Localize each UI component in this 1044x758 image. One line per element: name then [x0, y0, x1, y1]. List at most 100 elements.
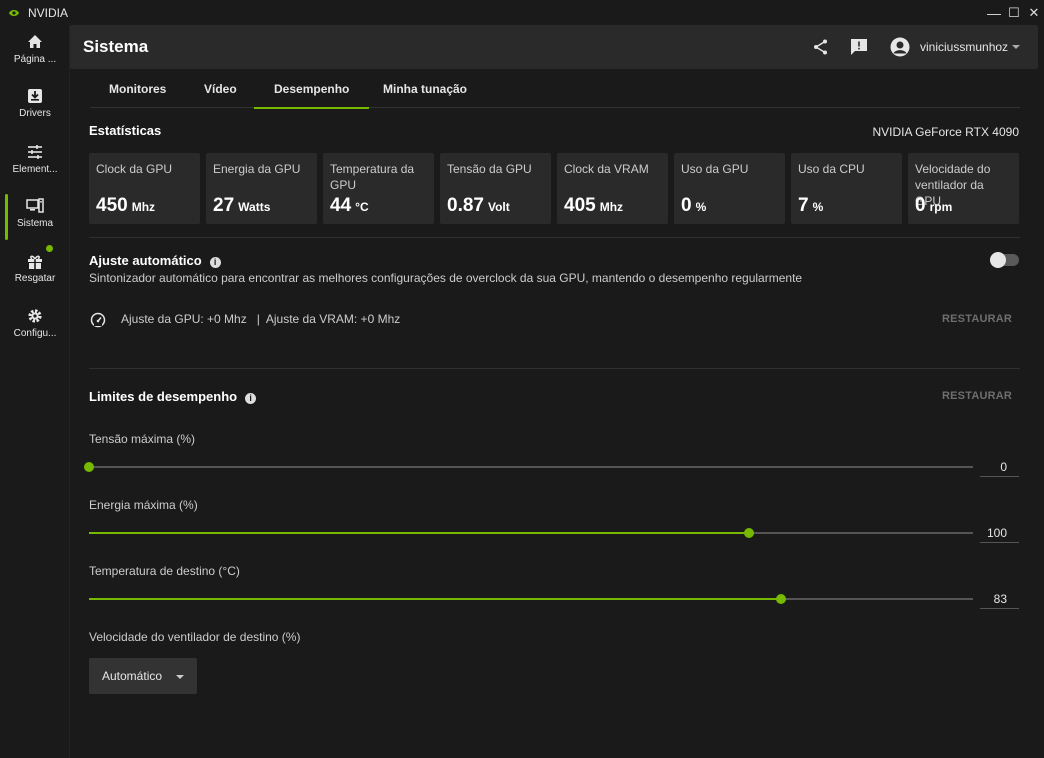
target-temperature-input[interactable]: 83: [980, 589, 1019, 609]
stat-unit: rpm: [929, 200, 953, 214]
stat-value-wrap: 450 Mhz: [96, 195, 155, 217]
username[interactable]: viniciussmunhoz: [920, 40, 1008, 54]
max-power-slider[interactable]: [89, 526, 973, 540]
sidebar-item-label: Resgatar: [14, 273, 56, 284]
sidebar-item-settings[interactable]: Configu...: [0, 306, 70, 354]
info-icon[interactable]: i: [245, 393, 257, 404]
sidebar-item-label: Sistema: [16, 218, 54, 229]
chevron-down-icon[interactable]: [1012, 45, 1020, 49]
slider-label-max-power: Energia máxima (%): [89, 498, 198, 512]
stat-unit: Mhz: [599, 200, 624, 214]
slider-track: [89, 466, 973, 468]
stat-value: 44: [330, 195, 352, 216]
stat-value: 0.87: [447, 195, 484, 216]
stat-card-vram-clock: Clock da VRAM 405 Mhz: [557, 153, 668, 224]
auto-tune-description: Sintonizador automático para encontrar a…: [89, 271, 803, 285]
stat-label: Temperatura da GPU: [330, 162, 415, 192]
stats-title: Estatísticas: [89, 123, 162, 138]
sidebar-item-label: Drivers: [19, 108, 51, 119]
stat-card-gpu-power: Energia da GPU 27 Watts: [206, 153, 317, 224]
tab-monitors[interactable]: Monitores: [109, 82, 166, 96]
sidebar-item-system[interactable]: Sistema: [0, 194, 70, 244]
slider-label-max-voltage: Tensão máxima (%): [89, 432, 196, 446]
sidebar-item-elements[interactable]: Element...: [0, 142, 70, 190]
home-icon: [28, 35, 42, 48]
stat-value: 450: [96, 195, 128, 216]
max-power-input[interactable]: 100: [980, 523, 1019, 543]
stat-label: Clock da VRAM: [564, 162, 649, 176]
sidebar-item-drivers[interactable]: Drivers: [0, 86, 70, 134]
stat-value: 7: [798, 195, 809, 216]
title-bar: NVIDIA — ☐ ✕: [0, 0, 1044, 25]
stat-value: 27: [213, 195, 235, 216]
limits-title: Limites de desempenho: [89, 389, 238, 404]
stat-value-wrap: 27 Watts: [213, 195, 270, 217]
auto-tune-title: Ajuste automático: [89, 253, 202, 268]
close-button[interactable]: ✕: [1024, 5, 1044, 21]
auto-tune-restore-button[interactable]: RESTAURAR: [942, 313, 1012, 325]
limits-restore-button[interactable]: RESTAURAR: [942, 390, 1012, 402]
stat-value-wrap: 44 °C: [330, 195, 369, 217]
tab-video[interactable]: Vídeo: [204, 82, 237, 96]
gpu-name: NVIDIA GeForce RTX 4090: [872, 125, 1019, 139]
stat-label: Tensão da GPU: [447, 162, 532, 176]
stat-value: 0: [681, 195, 692, 216]
stat-label: Clock da GPU: [96, 162, 173, 176]
avatar-icon[interactable]: [890, 37, 910, 57]
stat-unit: Mhz: [131, 200, 156, 214]
maximize-button[interactable]: ☐: [1004, 5, 1024, 21]
window-controls: — ☐ ✕: [984, 0, 1044, 25]
gift-icon: [28, 255, 42, 269]
stat-card-fan-speed: Velocidade do ventilador da GPU 0 rpm: [908, 153, 1019, 224]
speedometer-icon: [90, 312, 106, 328]
stat-unit: Volt: [487, 200, 510, 214]
limits-title-row: Limites de desempenho i: [89, 389, 257, 404]
feedback-icon[interactable]: [850, 38, 868, 56]
toggle-knob: [990, 252, 1006, 268]
stat-card-gpu-voltage: Tensão da GPU 0.87 Volt: [440, 153, 551, 224]
notification-badge: [46, 245, 53, 252]
stat-value: 405: [564, 195, 596, 216]
slider-thumb[interactable]: [84, 462, 94, 472]
max-voltage-input[interactable]: 0: [980, 457, 1019, 477]
stat-value-wrap: 0.87 Volt: [447, 195, 510, 217]
stat-card-gpu-clock: Clock da GPU 450 Mhz: [89, 153, 200, 224]
nvidia-logo-icon: [9, 9, 19, 16]
stat-unit: %: [695, 200, 707, 214]
info-icon[interactable]: i: [209, 257, 221, 268]
sliders-icon: [28, 145, 42, 159]
max-voltage-slider[interactable]: [84, 460, 973, 474]
gear-icon: [28, 309, 42, 323]
sidebar-item-label: Configu...: [13, 328, 57, 339]
tab-bar: Monitores Vídeo Desempenho Minha tunação: [90, 70, 1020, 109]
slider-thumb[interactable]: [776, 594, 787, 604]
slider-fill: [89, 532, 750, 534]
stat-unit: %: [812, 200, 824, 214]
sidebar-item-label: Element...: [12, 164, 58, 175]
system-icon: [26, 198, 44, 213]
stat-value-wrap: 0%: [681, 195, 706, 217]
download-icon: [28, 89, 42, 103]
tab-performance[interactable]: Desempenho: [253, 82, 370, 109]
share-icon[interactable]: [812, 38, 830, 56]
stat-value-wrap: 405 Mhz: [564, 195, 623, 217]
divider: [89, 368, 1020, 369]
tab-my-tuning[interactable]: Minha tunação: [383, 82, 467, 96]
sidebar-item-home[interactable]: Página ...: [0, 32, 70, 80]
slider-thumb[interactable]: [744, 528, 755, 538]
stat-label: Uso da GPU: [681, 162, 749, 176]
stat-label: Uso da CPU: [798, 162, 865, 176]
page-title: Sistema: [83, 37, 149, 56]
sidebar: Página ... Drivers Element... Sistema Re…: [0, 25, 70, 758]
stats-cards: Clock da GPU 450 Mhz Energia da GPU 27 Wat…: [89, 153, 1020, 224]
slider-fill: [89, 598, 782, 600]
target-temperature-slider[interactable]: [89, 592, 973, 606]
minimize-button[interactable]: —: [984, 5, 1004, 21]
app-title: NVIDIA: [28, 5, 69, 20]
fan-speed-dropdown[interactable]: Automático: [89, 658, 197, 694]
stat-unit: °C: [355, 200, 369, 214]
stat-value: 0: [915, 195, 926, 216]
auto-tune-toggle[interactable]: [990, 252, 1019, 268]
auto-tune-title-row: Ajuste automático i: [89, 253, 221, 268]
sidebar-item-redeem[interactable]: Resgatar: [0, 245, 70, 299]
